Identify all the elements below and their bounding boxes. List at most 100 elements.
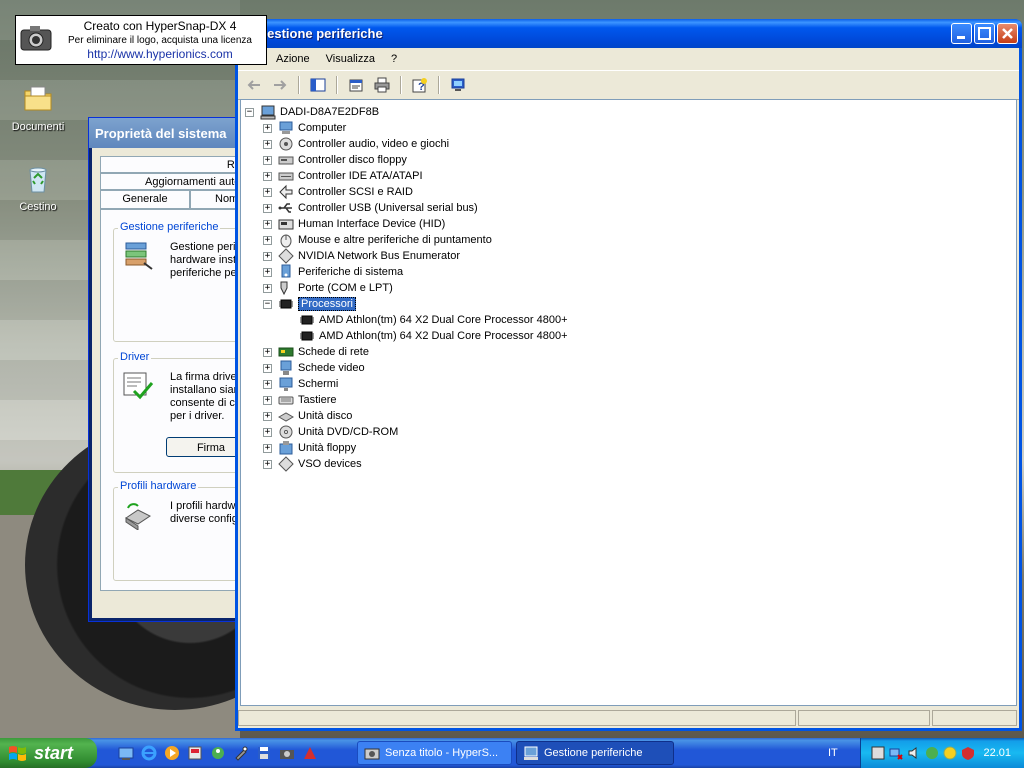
tree-node[interactable]: + Tastiere xyxy=(263,392,337,408)
tree-node[interactable]: + Schermi xyxy=(263,376,338,392)
maximize-button[interactable] xyxy=(974,23,995,44)
tree-node[interactable]: + Controller USB (Universal serial bus) xyxy=(263,200,478,216)
desktop-icon-cestino[interactable]: Cestino xyxy=(8,162,68,213)
tools-icon[interactable] xyxy=(233,745,249,761)
tree-child-node[interactable]: AMD Athlon(tm) 64 X2 Dual Core Processor… xyxy=(299,312,568,328)
expand-toggle[interactable]: + xyxy=(263,155,272,165)
tree-node-label: Mouse e altre periferiche di puntamento xyxy=(298,234,492,246)
tree-node[interactable]: + Controller disco floppy xyxy=(263,152,407,168)
save-disk-icon[interactable] xyxy=(256,745,272,761)
text-line: Gestione perif xyxy=(170,241,239,253)
driver-signing-icon xyxy=(123,372,154,400)
expand-toggle[interactable]: + xyxy=(263,363,272,373)
tree-root[interactable]: − DADI-D8A7E2DF8B xyxy=(245,104,379,120)
tree-node[interactable]: + Computer xyxy=(263,120,346,136)
tree-node[interactable]: + VSO devices xyxy=(263,456,362,472)
task-button-gestione-periferiche[interactable]: Gestione periferiche xyxy=(516,741,674,765)
expand-toggle[interactable]: + xyxy=(263,411,272,421)
show-hide-tree-button[interactable] xyxy=(308,75,328,95)
tray-app-icon[interactable] xyxy=(871,746,885,760)
device-manager-window[interactable]: Gestione periferiche Azione Visualizza ? xyxy=(235,19,1022,731)
clock[interactable]: 22.01 xyxy=(983,747,1011,759)
tree-node[interactable]: + Controller IDE ATA/ATAPI xyxy=(263,168,423,184)
window-title: Gestione periferiche xyxy=(257,26,383,41)
antivirus-tray-icon[interactable] xyxy=(961,746,975,760)
window-content: Azione Visualizza ? ? − DADI-D8A7E2DF8B … xyxy=(238,48,1019,728)
hid-icon xyxy=(278,219,294,230)
internet-explorer-icon[interactable] xyxy=(141,745,157,761)
print-button[interactable] xyxy=(372,75,392,95)
toolbar-separator xyxy=(298,76,300,94)
desktop-icon-documenti[interactable]: Documenti xyxy=(8,82,68,133)
speaker-tray-icon[interactable] xyxy=(907,746,921,760)
expand-toggle[interactable]: + xyxy=(263,283,272,293)
title-bar[interactable]: Gestione periferiche xyxy=(235,19,1022,48)
menu-azione[interactable]: Azione xyxy=(276,53,310,65)
language-indicator[interactable]: IT xyxy=(828,747,838,759)
expand-toggle[interactable]: + xyxy=(263,171,272,181)
back-button[interactable] xyxy=(244,75,264,95)
tree-node[interactable]: + Unità disco xyxy=(263,408,352,424)
expand-toggle[interactable]: + xyxy=(263,251,272,261)
scan-hardware-button[interactable] xyxy=(448,75,468,95)
adobe-app-icon[interactable] xyxy=(302,745,318,761)
camera-quicklaunch-icon[interactable] xyxy=(279,745,295,761)
collapse-toggle[interactable]: − xyxy=(263,299,272,309)
security-tray-icon[interactable] xyxy=(925,746,939,760)
expand-toggle[interactable]: + xyxy=(263,459,272,469)
tree-node[interactable]: + Unità DVD/CD-ROM xyxy=(263,424,398,440)
expand-toggle[interactable]: + xyxy=(263,379,272,389)
tree-node-label: Controller audio, video e giochi xyxy=(298,138,450,150)
expand-toggle[interactable]: + xyxy=(263,347,272,357)
task-button-hypersnap[interactable]: Senza titolo - HyperS... xyxy=(357,741,512,765)
properties-icon xyxy=(349,79,363,92)
scsi-icon xyxy=(279,184,293,200)
properties-button[interactable] xyxy=(346,75,366,95)
messenger-icon[interactable] xyxy=(210,745,226,761)
expand-toggle[interactable]: + xyxy=(263,427,272,437)
console-tree-icon xyxy=(310,78,326,92)
start-button[interactable]: start xyxy=(0,738,97,768)
app-quicklaunch-icon[interactable] xyxy=(187,745,203,761)
forward-button[interactable] xyxy=(270,75,290,95)
tree-node[interactable]: + Schede di rete xyxy=(263,344,369,360)
expand-toggle[interactable]: + xyxy=(263,267,272,277)
expand-toggle[interactable]: + xyxy=(263,139,272,149)
collapse-toggle[interactable]: − xyxy=(245,107,254,117)
tree-node[interactable]: + Unità floppy xyxy=(263,440,356,456)
tree-node[interactable]: + NVIDIA Network Bus Enumerator xyxy=(263,248,460,264)
menu-visualizza[interactable]: Visualizza xyxy=(326,53,375,65)
expand-toggle[interactable]: + xyxy=(263,203,272,213)
media-player-icon[interactable] xyxy=(164,745,180,761)
expand-toggle[interactable]: + xyxy=(263,235,272,245)
desktop-icon-label: Cestino xyxy=(19,201,57,213)
system-properties-title[interactable]: Proprietà del sistema xyxy=(89,118,249,148)
help-button[interactable]: ? xyxy=(410,75,430,95)
device-tree[interactable]: − DADI-D8A7E2DF8B + Computer + Controller a… xyxy=(240,99,1017,706)
video-card-icon xyxy=(280,360,292,375)
tree-node[interactable]: + Schede video xyxy=(263,360,365,376)
system-properties-window[interactable]: Proprietà del sistema Ripr Aggiornamenti… xyxy=(88,117,260,622)
tree-node[interactable]: + Periferiche di sistema xyxy=(263,264,403,280)
expand-toggle[interactable]: + xyxy=(263,123,272,133)
tree-node[interactable]: + Mouse e altre periferiche di puntamento xyxy=(263,232,492,248)
tree-node[interactable]: + Human Interface Device (HID) xyxy=(263,216,445,232)
tree-node[interactable]: + Controller audio, video e giochi xyxy=(263,136,449,152)
expand-toggle[interactable]: + xyxy=(263,219,272,229)
update-tray-icon[interactable] xyxy=(943,746,957,760)
maximize-icon xyxy=(978,27,991,40)
menu-help[interactable]: ? xyxy=(391,53,397,65)
expand-toggle[interactable]: + xyxy=(263,395,272,405)
tree-node[interactable]: + Porte (COM e LPT) xyxy=(263,280,393,296)
expand-toggle[interactable]: + xyxy=(263,187,272,197)
tree-child-node[interactable]: AMD Athlon(tm) 64 X2 Dual Core Processor… xyxy=(299,328,568,344)
minimize-button[interactable] xyxy=(951,23,972,44)
show-desktop-icon[interactable] xyxy=(118,745,134,761)
expand-toggle[interactable]: + xyxy=(263,443,272,453)
close-button[interactable] xyxy=(997,23,1018,44)
network-tray-icon[interactable] xyxy=(889,746,903,760)
tree-node[interactable]: − Processori xyxy=(263,296,356,312)
tab-generale[interactable]: Generale xyxy=(100,190,190,209)
tree-node[interactable]: + Controller SCSI e RAID xyxy=(263,184,413,200)
forward-arrow-icon xyxy=(274,80,287,90)
